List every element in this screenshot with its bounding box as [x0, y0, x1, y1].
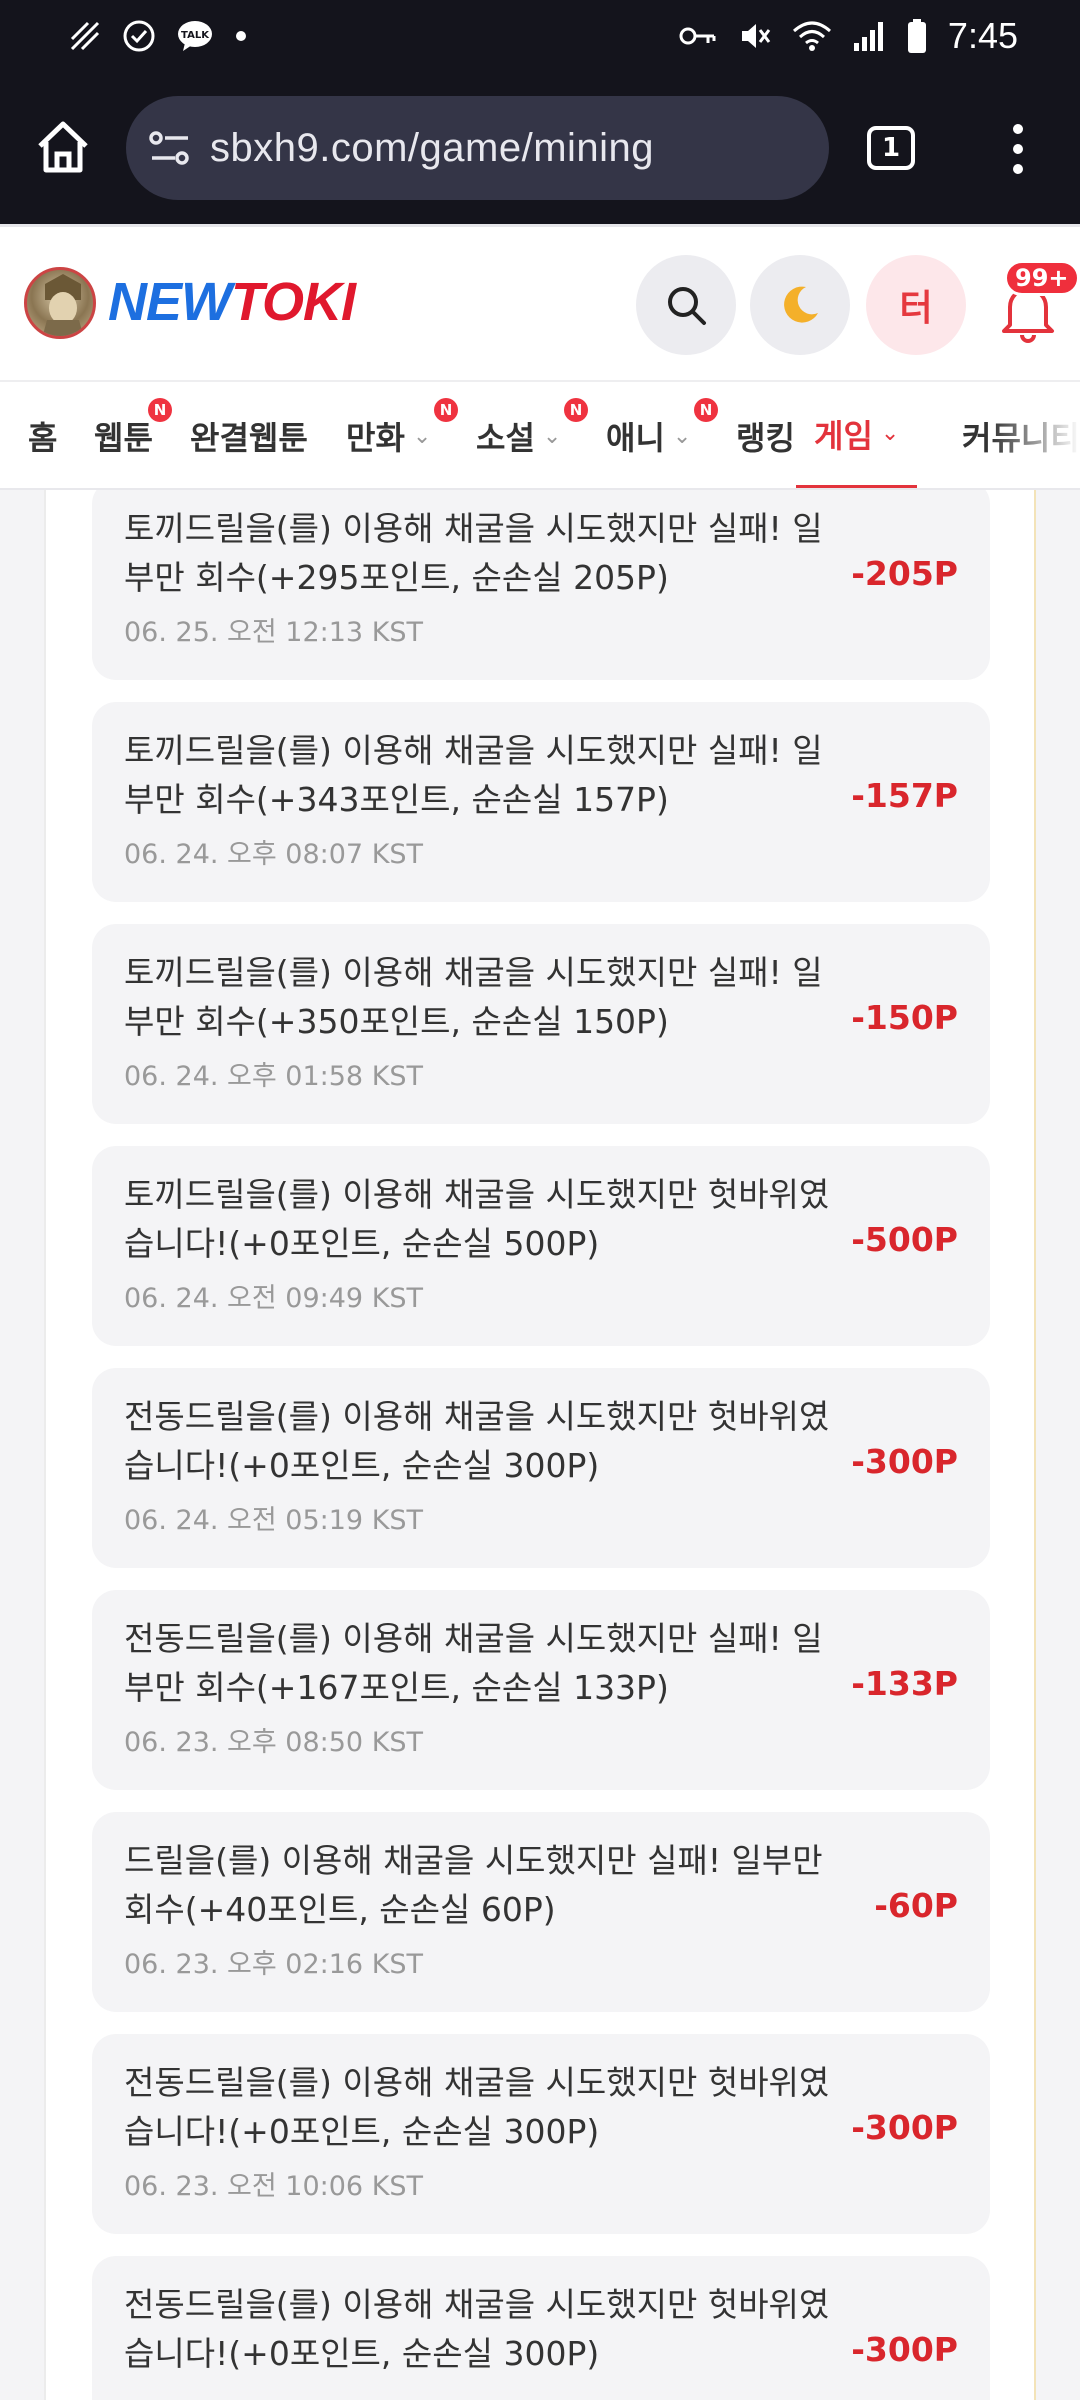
search-button[interactable]	[636, 255, 736, 355]
history-item: 전동드릴을(를) 이용해 채굴을 시도했지만 헛바위였습니다!(+0포인트, 순…	[92, 2034, 990, 2234]
history-message: 토끼드릴을(를) 이용해 채굴을 시도했지만 실패! 일부만 회수(+343포인…	[124, 731, 823, 819]
history-message: 드릴을(를) 이용해 채굴을 시도했지만 실패! 일부만 회수(+40포인트, …	[124, 1841, 823, 1929]
history-amount: -300P	[851, 1442, 958, 1481]
nav-label: 랭킹	[736, 419, 795, 457]
history-time: 06. 24. 오후 01:58 KST	[124, 1061, 424, 1092]
history-item: 토끼드릴을(를) 이용해 채굴을 시도했지만 헛바위였습니다!(+0포인트, 순…	[92, 1146, 990, 1346]
nav-item-completed-webtoon[interactable]: 완결웹툰	[190, 382, 308, 488]
nav-item-novel[interactable]: 소설 ⌄	[476, 382, 562, 488]
mining-history-list: 토끼드릴을(를) 이용해 채굴을 시도했지만 실패! 일부만 회수(+295포인…	[44, 490, 1036, 2400]
history-time: 06. 23. 오후 02:16 KST	[124, 1949, 424, 1980]
chevron-down-icon: ⌄	[412, 423, 432, 449]
clock: 7:45	[947, 15, 1018, 56]
nav-label: 완결웹툰	[190, 419, 308, 457]
talk-label: TALK	[181, 30, 210, 41]
logo-new: NEW	[108, 272, 232, 332]
history-message: 토끼드릴을(를) 이용해 채굴을 시도했지만 실패! 일부만 회수(+295포인…	[124, 509, 823, 597]
nav-label: 홈	[28, 419, 58, 457]
history-message: 전동드릴을(를) 이용해 채굴을 시도했지만 실패! 일부만 회수(+167포인…	[124, 1619, 823, 1707]
nav-label: 게임	[814, 416, 873, 455]
site-logo-image[interactable]	[24, 267, 96, 339]
notification-icon	[70, 21, 100, 51]
nav-item-anime[interactable]: 애니 ⌄	[606, 382, 692, 488]
history-item: 토끼드릴을(를) 이용해 채굴을 시도했지만 실패! 일부만 회수(+343포인…	[92, 702, 990, 902]
url-text[interactable]: sbxh9.com/game/mining	[210, 126, 654, 171]
history-message: 전동드릴을(를) 이용해 채굴을 시도했지만 헛바위였습니다!(+0포인트, 순…	[124, 2285, 830, 2373]
history-message: 토끼드릴을(를) 이용해 채굴을 시도했지만 헛바위였습니다!(+0포인트, 순…	[124, 1175, 830, 1263]
nav-item-game[interactable]: 게임 ⌄	[796, 382, 918, 488]
category-nav: 홈 웹툰 N 완결웹툰 만화 ⌄ N 소설 ⌄ N 애니 ⌄ N 랭킹 게임 ⌄…	[0, 380, 1080, 490]
logo-toki: TOKI	[230, 272, 356, 332]
history-amount: -300P	[851, 2108, 958, 2147]
history-time: 06. 24. 오전 05:19 KST	[124, 1505, 424, 1536]
site-settings-icon[interactable]	[148, 128, 192, 168]
history-message: 전동드릴을(를) 이용해 채굴을 시도했지만 헛바위였습니다!(+0포인트, 순…	[124, 1397, 830, 1485]
nav-label: 만화	[346, 419, 405, 457]
more-menu-icon[interactable]	[1000, 124, 1036, 174]
user-initial: 터	[899, 288, 933, 329]
chevron-down-icon: ⌄	[672, 423, 692, 449]
history-message: 토끼드릴을(를) 이용해 채굴을 시도했지만 실패! 일부만 회수(+350포인…	[124, 953, 823, 1041]
history-item: 토끼드릴을(를) 이용해 채굴을 시도했지만 실패! 일부만 회수(+295포인…	[92, 490, 990, 680]
nav-label: 애니	[606, 419, 665, 457]
history-time: 06. 24. 오전 09:49 KST	[124, 1283, 424, 1314]
tab-count: 1	[881, 133, 901, 163]
home-icon[interactable]	[34, 118, 92, 176]
history-time: 06. 23. 오전 10:06 KST	[124, 2171, 424, 2202]
talk-icon: TALK	[178, 21, 212, 51]
site-header: NEWTOKI 터	[0, 224, 1080, 380]
nav-item-ranking[interactable]: 랭킹	[736, 382, 795, 488]
history-item: 전동드릴을(를) 이용해 채굴을 시도했지만 헛바위였습니다!(+0포인트, 순…	[92, 2256, 990, 2400]
new-badge: N	[148, 398, 172, 422]
nav-item-manga[interactable]: 만화 ⌄	[346, 382, 432, 488]
history-time: 06. 24. 오후 08:07 KST	[124, 839, 424, 870]
history-amount: -500P	[851, 1220, 958, 1259]
history-amount: -133P	[851, 1664, 958, 1703]
history-amount: -60P	[874, 1886, 958, 1925]
status-bar: TALK 7:45	[0, 0, 1080, 72]
nav-label: 웹툰	[94, 419, 153, 457]
nav-item-home[interactable]: 홈	[28, 382, 58, 488]
history-time: 06. 23. 오후 08:50 KST	[124, 1727, 424, 1758]
site-logo[interactable]: NEWTOKI	[108, 271, 356, 333]
check-circle-icon	[123, 20, 155, 52]
chevron-down-icon: ⌄	[880, 421, 900, 446]
battery-icon	[907, 19, 926, 53]
search-icon	[668, 287, 706, 325]
history-amount: -205P	[851, 554, 958, 593]
key-icon	[679, 27, 716, 45]
browser-toolbar: sbxh9.com/game/mining 1	[0, 72, 1080, 224]
dot-icon	[236, 31, 246, 41]
new-badge: N	[434, 398, 458, 422]
history-item: 전동드릴을(를) 이용해 채굴을 시도했지만 헛바위였습니다!(+0포인트, 순…	[92, 1368, 990, 1568]
history-item: 토끼드릴을(를) 이용해 채굴을 시도했지만 실패! 일부만 회수(+350포인…	[92, 924, 990, 1124]
history-amount: -157P	[851, 776, 958, 815]
user-avatar-button[interactable]: 터	[866, 255, 966, 355]
history-time: 06. 25. 오전 12:13 KST	[124, 617, 424, 648]
nav-item-webtoon[interactable]: 웹툰	[94, 382, 153, 488]
chevron-down-icon: ⌄	[542, 423, 562, 449]
mute-icon	[741, 24, 771, 48]
dark-mode-button[interactable]	[750, 255, 850, 355]
history-amount: -150P	[851, 998, 958, 1037]
moon-icon	[784, 286, 818, 323]
new-badge: N	[694, 398, 718, 422]
history-item: 드릴을(를) 이용해 채굴을 시도했지만 실패! 일부만 회수(+40포인트, …	[92, 1812, 990, 2012]
wifi-icon	[792, 21, 831, 51]
tab-switcher-button[interactable]: 1	[867, 126, 915, 170]
address-bar[interactable]: sbxh9.com/game/mining	[126, 96, 829, 200]
nav-label: 소설	[476, 419, 535, 457]
history-amount: -300P	[851, 2330, 958, 2369]
history-message: 전동드릴을(를) 이용해 채굴을 시도했지만 헛바위였습니다!(+0포인트, 순…	[124, 2063, 830, 2151]
new-badge: N	[564, 398, 588, 422]
signal-icon	[853, 22, 883, 51]
history-item: 전동드릴을(를) 이용해 채굴을 시도했지만 실패! 일부만 회수(+167포인…	[92, 1590, 990, 1790]
notification-badge: 99+	[1004, 260, 1080, 296]
